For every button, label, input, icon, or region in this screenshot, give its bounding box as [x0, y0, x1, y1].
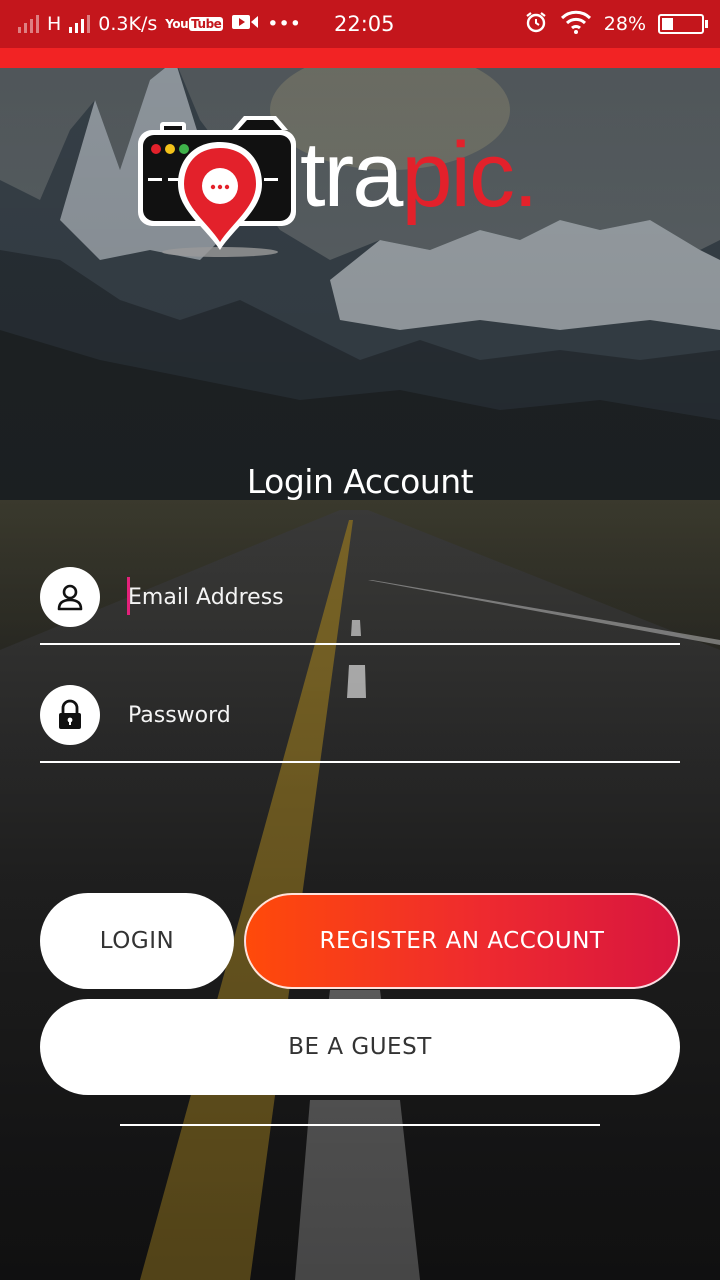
email-field[interactable] — [40, 567, 680, 647]
register-button[interactable]: REGISTER AN ACCOUNT — [244, 893, 680, 989]
page-title: Login Account — [246, 462, 474, 501]
wifi-icon — [560, 10, 592, 39]
more-notifications-icon: ••• — [267, 13, 301, 35]
network-type-label: H — [47, 13, 62, 35]
password-field[interactable] — [40, 685, 680, 765]
video-camera-icon — [231, 13, 259, 36]
user-icon — [40, 567, 100, 627]
status-bar: H 0.3K/s You Tube ••• 22:05 28% — [0, 0, 720, 48]
logo-text-pic: pic. — [401, 124, 538, 226]
password-underline — [40, 761, 680, 763]
app-logo-text: trapic. — [300, 120, 539, 230]
logo-text-tra: tra — [300, 124, 403, 226]
network-speed-label: 0.3K/s — [98, 13, 158, 35]
battery-icon — [658, 14, 708, 34]
lock-icon — [40, 685, 100, 745]
login-button[interactable]: LOGIN — [40, 893, 234, 989]
youtube-text-b: Tube — [189, 17, 224, 31]
clock-time: 22:05 — [334, 12, 395, 36]
youtube-text-a: You — [165, 17, 189, 31]
email-input[interactable] — [128, 575, 668, 619]
divider-line — [120, 1124, 600, 1126]
battery-percent-label: 28% — [603, 13, 646, 35]
header-accent-strip — [0, 48, 720, 68]
youtube-notification-icon: You Tube — [165, 17, 224, 31]
alarm-icon — [524, 10, 548, 39]
password-input[interactable] — [128, 693, 668, 737]
signal-sim2-icon — [69, 15, 91, 33]
signal-sim1-icon — [18, 15, 39, 33]
guest-button[interactable]: BE A GUEST — [40, 999, 680, 1095]
email-underline — [40, 643, 680, 645]
